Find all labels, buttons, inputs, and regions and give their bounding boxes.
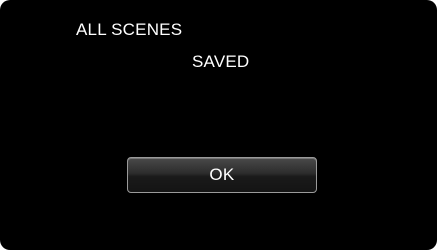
camera-lcd-screen: ALL SCENES SAVED OK xyxy=(0,0,437,250)
message-all-scenes: ALL SCENES xyxy=(76,20,183,39)
ok-button[interactable]: OK xyxy=(127,157,317,193)
ok-button-label: OK xyxy=(209,165,235,184)
message-saved: SAVED xyxy=(192,52,250,71)
